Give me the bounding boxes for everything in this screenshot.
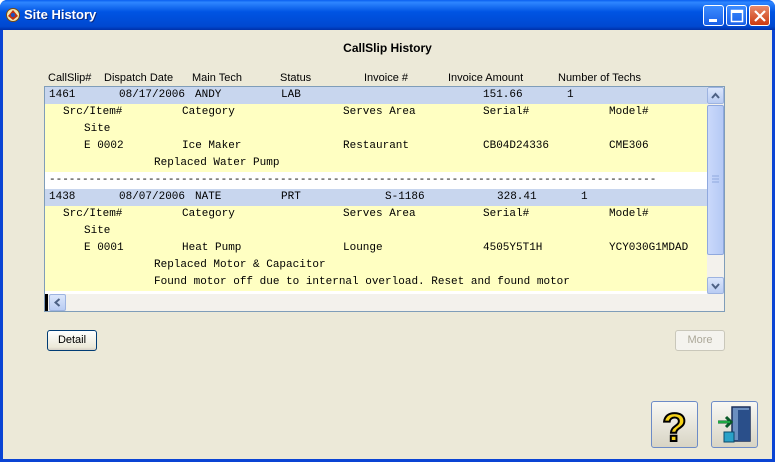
page-title: CallSlip History xyxy=(343,41,432,55)
maximize-button[interactable] xyxy=(726,5,747,26)
callslip-row[interactable]: 1461 08/17/2006 ANDY LAB 151.66 1 xyxy=(45,87,707,104)
help-question-icon: ? xyxy=(661,405,687,447)
note-row: Replaced Motor & Capacitor xyxy=(45,257,707,274)
note-row: Replaced Water Pump xyxy=(45,155,707,172)
vertical-scroll-thumb[interactable] xyxy=(707,105,724,255)
invoice-amount: 151.66 xyxy=(483,89,523,101)
window-title: Site History xyxy=(24,7,97,22)
close-icon xyxy=(754,10,766,22)
item-serves-area: Restaurant xyxy=(343,140,410,152)
horizontal-scrollbar[interactable] xyxy=(45,294,724,311)
site-history-window: Site History CallSlip History CallSlip# … xyxy=(0,0,775,462)
chevron-left-icon xyxy=(53,298,61,307)
number-of-techs: 1 xyxy=(581,191,588,203)
item-category: Ice Maker xyxy=(182,140,242,152)
serial-label: Serial# xyxy=(483,106,530,118)
svg-text:?: ? xyxy=(662,406,686,447)
item-model: CME306 xyxy=(609,140,649,152)
client-area: CallSlip History CallSlip# Dispatch Date… xyxy=(3,30,772,459)
site-label: Site xyxy=(84,225,111,237)
close-button[interactable] xyxy=(749,5,770,26)
dispatch-date: 08/17/2006 xyxy=(119,89,186,101)
item-serves-area: Lounge xyxy=(343,242,383,254)
column-header-main-tech: Main Tech xyxy=(192,72,242,84)
item-row: E 0001 Heat Pump Lounge 4505Y5T1H YCY030… xyxy=(45,240,707,257)
more-button[interactable]: More xyxy=(675,330,725,351)
column-header-dispatch-date: Dispatch Date xyxy=(104,72,174,84)
serves-area-label: Serves Area xyxy=(343,106,416,118)
callslip-list[interactable]: 1461 08/17/2006 ANDY LAB 151.66 1 Src/It… xyxy=(44,86,725,312)
site-label: Site xyxy=(84,123,111,135)
column-header-status: Status xyxy=(280,72,312,84)
callslip-number: 1461 xyxy=(49,89,76,101)
site-label-row: Site xyxy=(45,121,707,138)
note-text: Found motor off due to internal overload… xyxy=(154,276,570,288)
chevron-down-icon xyxy=(711,283,720,290)
src-item-label: Src/Item# xyxy=(63,208,123,220)
title-bar[interactable]: Site History xyxy=(0,0,775,30)
callslip-row[interactable]: 1438 08/07/2006 NATE PRT S-1186 328.41 1 xyxy=(45,189,707,206)
item-category: Heat Pump xyxy=(182,242,242,254)
detail-header-row: Src/Item# Category Serves Area Serial# M… xyxy=(45,206,707,223)
detail-button[interactable]: Detail xyxy=(47,330,97,351)
status: PRT xyxy=(281,191,301,203)
column-header-invoice-amount: Invoice Amount xyxy=(448,72,524,84)
separator-line: ----------------------------------------… xyxy=(49,174,657,186)
category-label: Category xyxy=(182,208,235,220)
note-row: Found motor off due to internal overload… xyxy=(45,274,707,291)
minimize-button[interactable] xyxy=(703,5,724,26)
text-caret xyxy=(45,294,48,311)
scroll-left-button[interactable] xyxy=(49,294,66,311)
item-src: E 0002 xyxy=(84,140,124,152)
serves-area-label: Serves Area xyxy=(343,208,416,220)
callslip-number: 1438 xyxy=(49,191,76,203)
item-src: E 0001 xyxy=(84,242,124,254)
model-label: Model# xyxy=(609,208,649,220)
app-icon xyxy=(6,8,20,22)
item-serial: 4505Y5T1H xyxy=(483,242,543,254)
invoice-number: S-1186 xyxy=(385,191,425,203)
site-label-row: Site xyxy=(45,223,707,240)
category-label: Category xyxy=(182,106,235,118)
item-serial: CB04D24336 xyxy=(483,140,550,152)
exit-button[interactable] xyxy=(711,401,758,448)
note-text: Replaced Water Pump xyxy=(154,157,280,169)
item-row: E 0002 Ice Maker Restaurant CB04D24336 C… xyxy=(45,138,707,155)
chevron-up-icon xyxy=(711,92,720,99)
callslip-list-content: 1461 08/17/2006 ANDY LAB 151.66 1 Src/It… xyxy=(45,87,707,294)
item-model: YCY030G1MDAD xyxy=(609,242,689,254)
minimize-icon xyxy=(709,19,717,22)
note-text: Replaced Motor & Capacitor xyxy=(154,259,326,271)
column-header-invoice: Invoice # xyxy=(364,72,409,84)
scroll-up-button[interactable] xyxy=(707,87,724,104)
column-header-callslip: CallSlip# xyxy=(48,72,92,84)
invoice-amount: 328.41 xyxy=(497,191,537,203)
model-label: Model# xyxy=(609,106,649,118)
main-tech: ANDY xyxy=(195,89,222,101)
separator-row: ----------------------------------------… xyxy=(45,172,707,189)
src-item-label: Src/Item# xyxy=(63,106,123,118)
detail-header-row: Src/Item# Category Serves Area Serial# M… xyxy=(45,104,707,121)
help-button[interactable]: ? xyxy=(651,401,698,448)
column-header-number-of-techs: Number of Techs xyxy=(558,72,641,84)
scroll-down-button[interactable] xyxy=(707,277,724,294)
dispatch-date: 08/07/2006 xyxy=(119,191,186,203)
vertical-scrollbar[interactable] xyxy=(707,87,724,294)
serial-label: Serial# xyxy=(483,208,530,220)
grip-icon xyxy=(712,175,719,183)
status: LAB xyxy=(281,89,301,101)
exit-door-icon xyxy=(718,406,751,443)
number-of-techs: 1 xyxy=(567,89,574,101)
main-tech: NATE xyxy=(195,191,222,203)
maximize-icon xyxy=(730,9,744,23)
